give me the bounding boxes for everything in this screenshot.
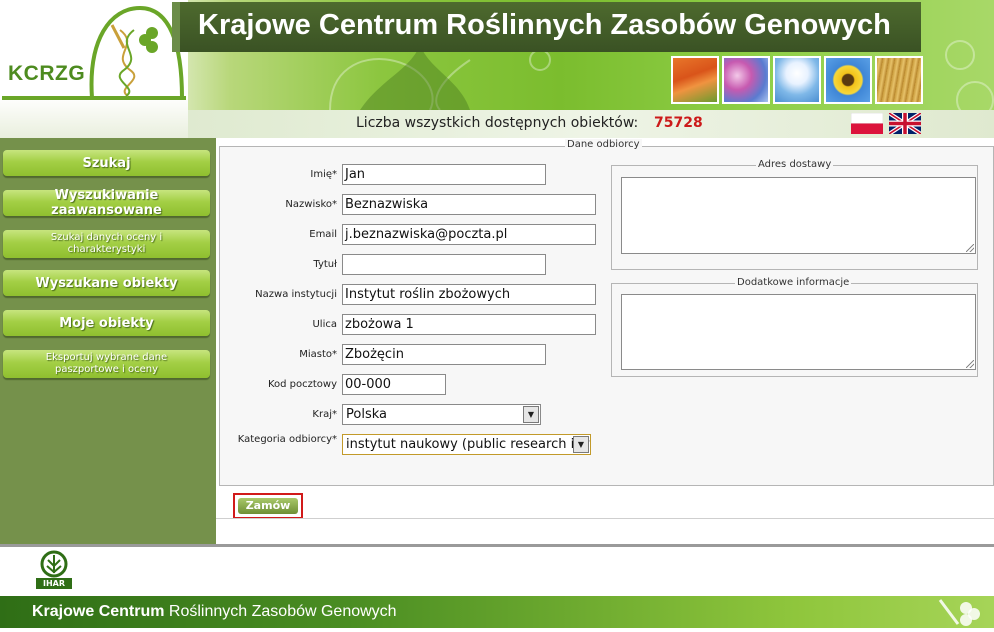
polish-flag-icon[interactable] [851,113,883,134]
chevron-down-icon[interactable]: ▼ [573,436,589,453]
sidebar-item-export[interactable]: Eksportuj wybrane dane paszportowe i oce… [3,350,210,378]
sidebar-item-label: Wyszukane obiekty [35,275,178,291]
sidebar-item-label: Szukaj danych oceny i charakterystyki [50,232,163,255]
footer-clover-icon [938,599,980,626]
sidebar-item-label: Wyszukiwanie zaawansowane [51,188,162,218]
footer-bottom-strip [0,628,994,632]
sidebar: Szukaj Wyszukiwanie zaawansowane Szukaj … [0,138,216,544]
recipient-fieldset: Dane odbiorcy Imię* Jan Nazwisko* Beznaz… [219,139,994,486]
sidebar-item-label: Szukaj [82,155,131,171]
object-count-value: 75728 [654,115,703,131]
umbel-photo [773,56,821,104]
chevron-down-icon[interactable]: ▼ [523,406,539,423]
recipient-category-select[interactable]: instytut naukowy (public research inst ▼ [342,434,591,455]
logo-area[interactable]: KCRZG [0,0,188,138]
additional-info-legend: Dodatkowe informacje [735,277,852,288]
institution-field[interactable]: Instytut roślin zbożowych [342,284,596,305]
sidebar-item-evaluation-search[interactable]: Szukaj danych oceny i charakterystyki [3,230,210,258]
country-label: Kraj* [312,409,337,420]
email-field[interactable]: j.beznazwiska@poczta.pl [342,224,596,245]
sidebar-item-label: Eksportuj wybrane dane paszportowe i oce… [45,352,168,375]
object-count-label: Liczba wszystkich dostępnych obiektów: [356,115,639,131]
additional-info-fieldset: Dodatkowe informacje [611,277,978,377]
order-button-highlight: Zamów [233,493,303,519]
recipient-category-value: instytut naukowy (public research inst [346,437,591,452]
logo-text: KCRZG [8,62,86,85]
recipient-category-label: Kategoria odbiorcy* [237,434,337,445]
country-select-value: Polska [346,407,387,422]
title-field[interactable] [342,254,546,275]
delivery-address-fieldset: Adres dostawy [611,159,978,270]
last-name-label: Nazwisko* [285,199,337,210]
resize-handle-icon[interactable] [966,244,974,252]
postal-code-label: Kod pocztowy [267,379,337,390]
page-title: Krajowe Centrum Roślinnych Zasobów Genow… [198,9,891,41]
object-count-bar: Liczba wszystkich dostępnych obiektów: 7… [188,110,994,138]
country-select[interactable]: Polska ▼ [342,404,541,425]
sunflower-photo [824,56,872,104]
sidebar-item-search[interactable]: Szukaj [3,150,210,176]
footer-title-rest: Roślinnych Zasobów Genowych [164,603,397,620]
title-banner: Krajowe Centrum Roślinnych Zasobów Genow… [172,2,921,52]
footer-logo-strip [0,547,994,596]
content-divider [216,518,994,519]
delivery-address-legend: Adres dostawy [756,159,834,170]
resize-handle-icon[interactable] [966,360,974,368]
uk-flag-icon[interactable] [889,113,921,134]
postal-code-field[interactable]: 00-000 [342,374,446,395]
footer-bar: Krajowe Centrum Roślinnych Zasobów Genow… [0,596,994,628]
kcrzg-logo-graphic [2,5,186,100]
additional-info-textarea[interactable] [621,294,976,370]
title-label: Tytuł [313,259,337,270]
ihar-logo-text: IHAR [42,579,66,588]
sidebar-item-label: Moje obiekty [59,315,154,331]
first-name-field[interactable]: Jan [342,164,546,185]
email-label: Email [309,229,337,240]
street-label: Ulica [312,319,337,330]
street-field[interactable]: zbożowa 1 [342,314,596,335]
main-content: Dane odbiorcy Imię* Jan Nazwisko* Beznaz… [216,138,994,544]
city-label: Miasto* [299,349,337,360]
sidebar-item-my-objects[interactable]: Moje obiekty [3,310,210,336]
delivery-address-textarea[interactable] [621,177,976,254]
recipient-legend: Dane odbiorcy [565,139,642,150]
carrots-photo [671,56,719,104]
footer-title-bold: Krajowe Centrum [32,603,165,620]
city-field[interactable]: Zbożęcin [342,344,546,365]
grain-photo [875,56,923,104]
ihar-logo[interactable]: IHAR [32,550,76,590]
header-photos [671,56,923,104]
institution-label: Nazwa instytucji [255,289,337,300]
sidebar-item-advanced-search[interactable]: Wyszukiwanie zaawansowane [3,188,210,218]
first-name-label: Imię* [310,169,337,180]
footer-title: Krajowe Centrum Roślinnych Zasobów Genow… [32,603,397,621]
sidebar-item-found-objects[interactable]: Wyszukane obiekty [3,270,210,296]
flowers-photo [722,56,770,104]
last-name-field[interactable]: Beznazwiska [342,194,596,215]
order-button[interactable]: Zamów [238,498,298,514]
